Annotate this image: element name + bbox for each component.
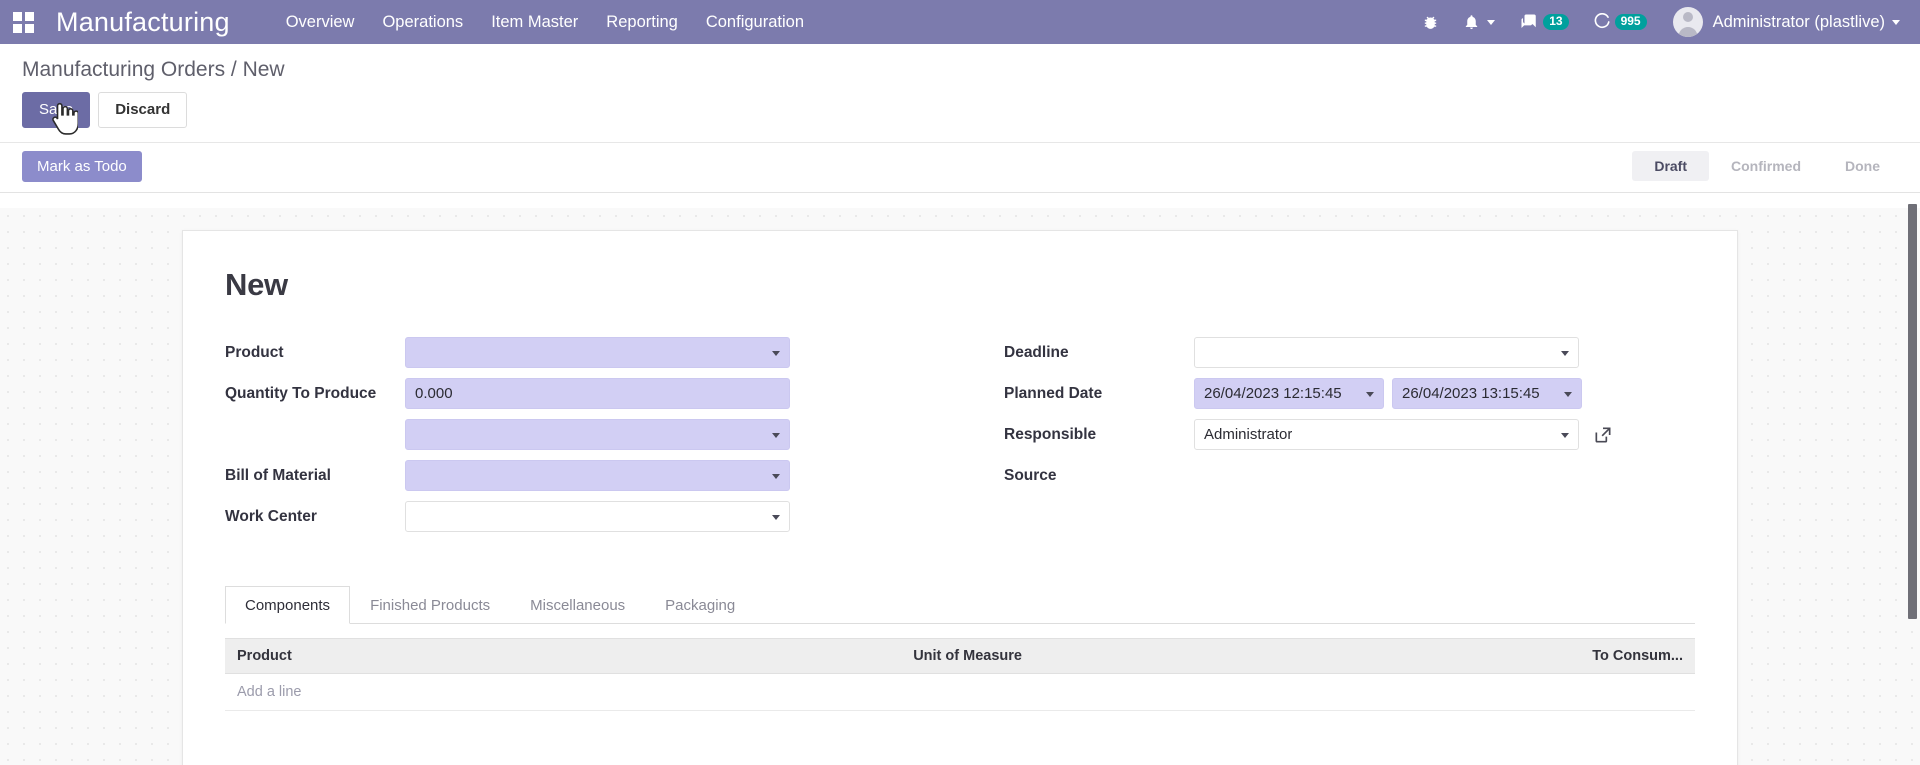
chevron-down-icon: [1561, 350, 1569, 356]
column-header-product[interactable]: Product: [225, 638, 902, 674]
responsible-value: Administrator: [1204, 426, 1293, 443]
form-action-buttons: Save Discard: [0, 88, 1920, 142]
apps-menu-icon[interactable]: [0, 0, 46, 44]
mark-as-todo-button[interactable]: Mark as Todo: [22, 150, 142, 182]
label-unit-of-measure: [225, 419, 405, 426]
external-link-icon[interactable]: [1593, 425, 1613, 445]
field-row-source: Source: [1004, 460, 1695, 493]
table-header-row: Product Unit of Measure To Consum...: [225, 638, 1695, 674]
add-line-cell[interactable]: Add a line: [225, 673, 1695, 711]
nav-item-configuration[interactable]: Configuration: [692, 0, 818, 44]
user-name-label: Administrator (plastlive): [1712, 12, 1885, 31]
work-center-input[interactable]: [405, 501, 790, 532]
field-row-planned-date: Planned Date 26/04/2023 12:15:45 26/04/2…: [1004, 378, 1695, 411]
nav-item-item-master[interactable]: Item Master: [477, 0, 592, 44]
chevron-down-icon: [772, 432, 780, 438]
notebook: Components Finished Products Miscellaneo…: [225, 586, 1695, 711]
chevron-down-icon: [1564, 391, 1572, 397]
status-step-done[interactable]: Done: [1823, 151, 1902, 181]
column-header-unit-of-measure[interactable]: Unit of Measure: [901, 638, 1490, 674]
product-input[interactable]: [405, 337, 790, 368]
form-grid: Product Quantity To Produce 0.000 Bill o…: [225, 337, 1695, 542]
tab-components[interactable]: Components: [225, 586, 351, 624]
app-brand-title[interactable]: Manufacturing: [56, 7, 230, 38]
add-a-line-link[interactable]: Add a line: [237, 684, 302, 700]
chevron-down-icon: [1487, 19, 1496, 25]
activities-count-badge: 995: [1614, 13, 1647, 31]
form-sheet: New Product Quantity To Produce 0.000 Bi…: [182, 230, 1738, 765]
messaging-icon[interactable]: 13: [1507, 0, 1580, 44]
field-row-work-center: Work Center: [225, 501, 960, 534]
save-button[interactable]: Save: [22, 92, 91, 128]
chevron-down-icon: [772, 473, 780, 479]
bill-of-material-input[interactable]: [405, 460, 790, 491]
table-header: Product Unit of Measure To Consum...: [225, 638, 1695, 674]
top-navbar: Manufacturing Overview Operations Item M…: [0, 0, 1920, 44]
chevron-down-icon: [1366, 391, 1374, 397]
chevron-down-icon: [1892, 19, 1900, 25]
breadcrumb-row: Manufacturing Orders / New: [0, 44, 1920, 88]
column-header-to-consume[interactable]: To Consum...: [1489, 638, 1695, 674]
activity-bell-icon[interactable]: [1451, 0, 1507, 44]
messaging-count-badge: 13: [1543, 13, 1569, 31]
chevron-down-icon: [772, 350, 780, 356]
nav-item-reporting[interactable]: Reporting: [592, 0, 692, 44]
page-title: New: [225, 267, 288, 302]
field-row-deadline: Deadline: [1004, 337, 1695, 370]
field-row-bill-of-material: Bill of Material: [225, 460, 960, 493]
apps-grid-icon: [12, 11, 34, 33]
status-step-confirmed[interactable]: Confirmed: [1709, 151, 1823, 181]
status-stepper: Draft Confirmed Done: [1632, 151, 1920, 182]
components-table: Product Unit of Measure To Consum... Add…: [225, 638, 1695, 711]
quantity-to-produce-input[interactable]: 0.000: [405, 378, 790, 409]
field-row-unit-of-measure: [225, 419, 960, 452]
planned-date-end-input[interactable]: 26/04/2023 13:15:45: [1392, 378, 1582, 409]
label-work-center: Work Center: [225, 508, 317, 525]
nav-item-overview[interactable]: Overview: [272, 0, 369, 44]
planned-date-start-value: 26/04/2023 12:15:45: [1204, 385, 1342, 402]
label-quantity-to-produce: Quantity To Produce: [225, 385, 377, 402]
planned-date-end-value: 26/04/2023 13:15:45: [1402, 385, 1540, 402]
user-menu[interactable]: Administrator (plastlive): [1659, 0, 1906, 44]
label-bill-of-material: Bill of Material: [225, 467, 331, 484]
tab-packaging[interactable]: Packaging: [645, 586, 755, 624]
tab-finished-products[interactable]: Finished Products: [350, 586, 510, 624]
form-column-right: Deadline Planned Date 26/04/2023 12:15:4…: [960, 337, 1695, 542]
notebook-tabs: Components Finished Products Miscellaneo…: [225, 586, 1695, 624]
field-row-quantity-to-produce: Quantity To Produce 0.000: [225, 378, 960, 411]
label-responsible: Responsible: [1004, 426, 1097, 443]
bug-icon[interactable]: [1410, 0, 1451, 44]
control-panel: Manufacturing Orders / New Save Discard: [0, 44, 1920, 143]
label-planned-date: Planned Date: [1004, 385, 1103, 402]
label-product: Product: [225, 344, 284, 361]
table-body: Add a line: [225, 673, 1695, 711]
status-step-draft[interactable]: Draft: [1632, 151, 1709, 182]
avatar: [1672, 7, 1703, 37]
statusbar-row: Mark as Todo Draft Confirmed Done: [0, 142, 1920, 193]
add-line-row[interactable]: Add a line: [225, 673, 1695, 711]
chevron-down-icon: [1561, 432, 1569, 438]
chevron-down-icon: [772, 514, 780, 520]
nav-item-operations[interactable]: Operations: [368, 0, 477, 44]
field-row-product: Product: [225, 337, 960, 370]
field-row-responsible: Responsible Administrator: [1004, 419, 1695, 452]
responsible-input[interactable]: Administrator: [1194, 419, 1579, 450]
activities-clock-icon[interactable]: 995: [1581, 0, 1659, 44]
form-content-area: New Product Quantity To Produce 0.000 Bi…: [0, 208, 1920, 765]
form-column-left: Product Quantity To Produce 0.000 Bill o…: [225, 337, 960, 542]
unit-of-measure-input[interactable]: [405, 419, 790, 450]
breadcrumb[interactable]: Manufacturing Orders / New: [22, 58, 285, 81]
systray: 13 995 Administrator (plastlive): [1410, 0, 1920, 44]
label-source: Source: [1004, 467, 1057, 484]
main-nav-menu: Overview Operations Item Master Reportin…: [272, 0, 818, 44]
label-deadline: Deadline: [1004, 344, 1069, 361]
planned-date-start-input[interactable]: 26/04/2023 12:15:45: [1194, 378, 1384, 409]
deadline-input[interactable]: [1194, 337, 1579, 368]
quantity-to-produce-value: 0.000: [415, 385, 453, 402]
tab-miscellaneous[interactable]: Miscellaneous: [510, 586, 645, 624]
discard-button[interactable]: Discard: [98, 92, 188, 128]
